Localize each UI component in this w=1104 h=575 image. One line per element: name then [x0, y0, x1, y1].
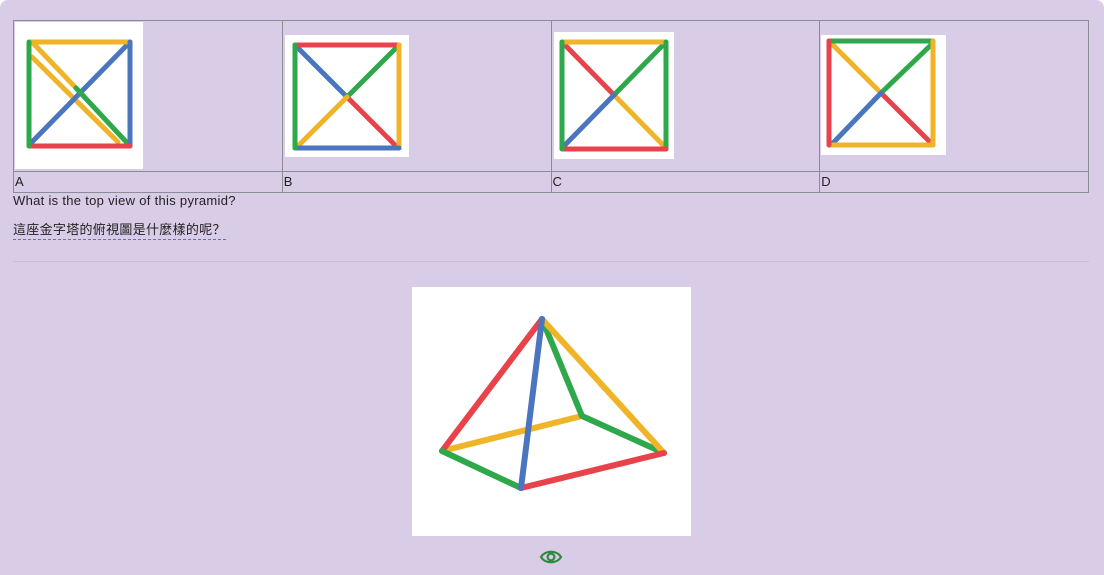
- question-panel: A B C D What is the top view of this pyr…: [0, 0, 1104, 575]
- option-d-label[interactable]: D: [819, 171, 1089, 193]
- option-c-cell[interactable]: [550, 20, 821, 172]
- option-a-image[interactable]: [15, 22, 143, 169]
- option-a-cell[interactable]: [13, 20, 283, 172]
- option-b-cell[interactable]: [281, 20, 552, 172]
- option-a-label[interactable]: A: [13, 171, 283, 193]
- question-text-chinese: 這座金字塔的俯視圖是什麼樣的呢？: [13, 219, 226, 240]
- option-d-image[interactable]: [821, 35, 947, 155]
- section-divider: [13, 261, 1089, 262]
- option-b-label[interactable]: B: [281, 171, 552, 193]
- option-b-image[interactable]: [284, 35, 409, 157]
- answer-options-table: A B C D: [13, 20, 1089, 193]
- option-d-cell[interactable]: [819, 20, 1089, 172]
- eye-icon[interactable]: [539, 548, 563, 566]
- question-text-english: What is the top view of this pyramid?: [13, 193, 236, 208]
- option-c-image[interactable]: [553, 32, 674, 159]
- pyramid-image: [412, 287, 691, 536]
- option-c-label[interactable]: C: [550, 171, 821, 193]
